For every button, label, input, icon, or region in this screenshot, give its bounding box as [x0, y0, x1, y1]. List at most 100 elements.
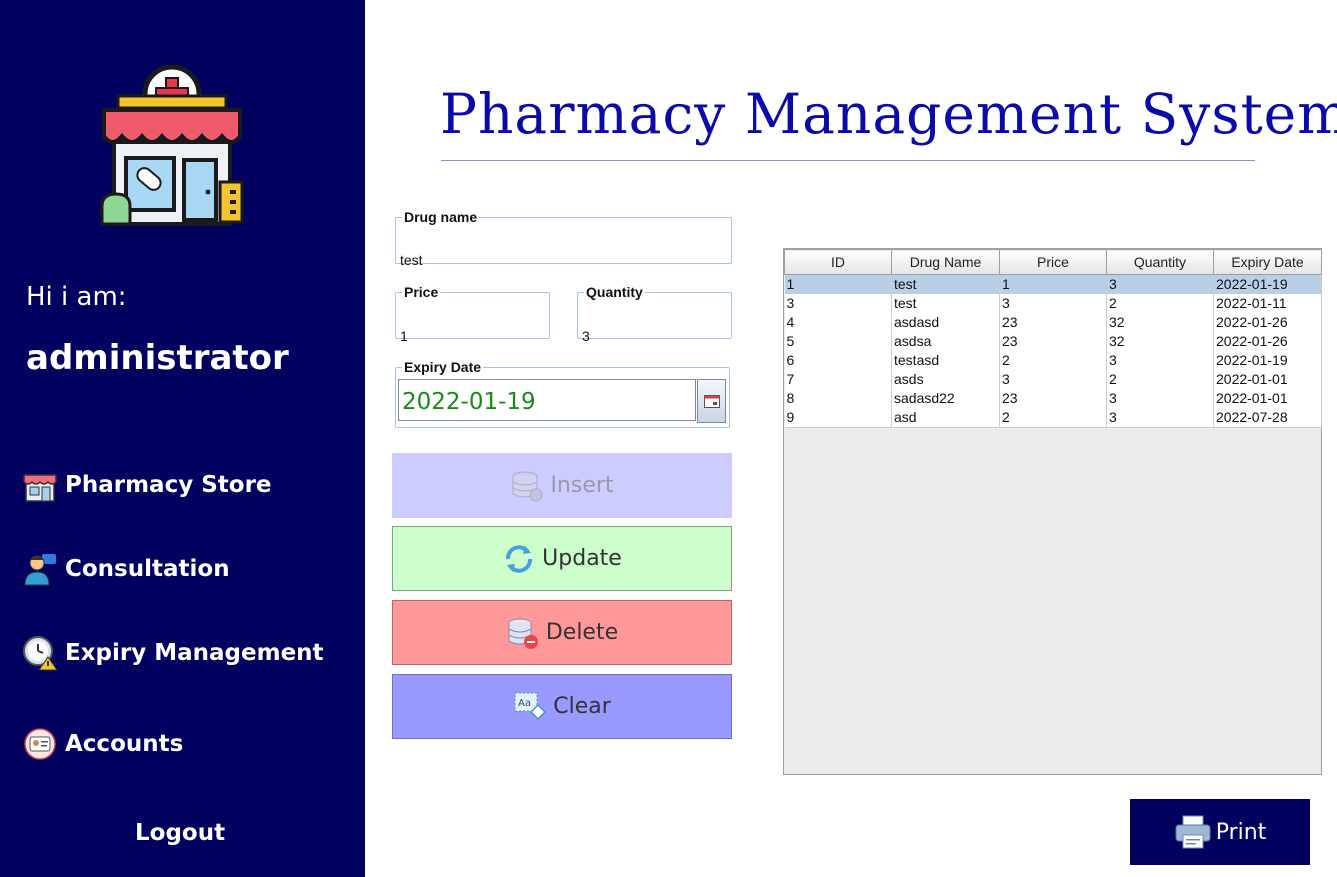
table-cell: 4 [784, 313, 892, 332]
title-divider [441, 160, 1255, 161]
pharmacy-logo-icon [100, 64, 244, 226]
table-cell: 3 [784, 294, 892, 313]
table-header: ID Drug Name Price Quantity Expiry Date [784, 249, 1322, 275]
nav-item-consultation[interactable]: Consultation [22, 549, 230, 589]
price-field[interactable]: 1 [399, 328, 408, 344]
clear-format-icon: Aa [514, 692, 547, 720]
table-cell: 2 [1106, 370, 1214, 389]
table-row[interactable]: 6 testasd 2 3 2022-01-19 [784, 351, 1322, 370]
column-header[interactable]: Expiry Date [1213, 249, 1322, 275]
print-button[interactable]: Print [1130, 799, 1310, 865]
drug-name-label: Drug name [404, 209, 478, 225]
refresh-icon [506, 544, 533, 573]
nav-item-expiry-management[interactable]: Expiry Management [22, 633, 324, 673]
nav-item-pharmacy-store[interactable]: Pharmacy Store [22, 465, 272, 505]
table-row[interactable]: 1 test 1 3 2022-01-19 [784, 274, 1322, 294]
sidebar: Hi i am: administrator Pharmacy Store Co… [0, 0, 365, 877]
nav-label: Expiry Management [65, 640, 324, 666]
consultant-icon [24, 554, 56, 586]
column-header[interactable]: Quantity [1106, 249, 1214, 275]
table-cell: 6 [784, 351, 892, 370]
drug-name-group: Drug name test [395, 209, 732, 268]
insert-button[interactable]: Insert [392, 453, 732, 518]
table-cell: 5 [784, 332, 892, 351]
table-row[interactable]: 8 sadasd22 23 3 2022-01-01 [784, 389, 1322, 408]
table-cell: 2 [999, 351, 1107, 370]
nav-item-accounts[interactable]: Accounts [22, 724, 183, 764]
expiry-date-field[interactable]: 2022-01-19 [398, 379, 696, 421]
logout-button[interactable]: Logout [135, 820, 225, 846]
table-cell: 3 [1106, 274, 1214, 294]
insert-label: Insert [550, 473, 614, 498]
svg-text:Aa: Aa [518, 698, 531, 709]
table-cell: asdasd [891, 313, 1000, 332]
account-card-icon [24, 728, 56, 760]
printer-icon [1175, 815, 1211, 849]
table-cell: 32 [1106, 332, 1214, 351]
username-label: administrator [26, 338, 289, 378]
table-cell: 2022-01-11 [1213, 294, 1322, 313]
database-remove-icon [508, 618, 538, 649]
drug-table[interactable]: ID Drug Name Price Quantity Expiry Date … [783, 248, 1322, 775]
table-cell: 3 [1106, 408, 1214, 428]
table-cell: 2022-01-26 [1213, 332, 1322, 351]
nav-label: Accounts [65, 731, 184, 757]
quantity-field[interactable]: 3 [581, 328, 590, 344]
greeting-label: Hi i am: [26, 282, 127, 312]
table-row[interactable]: 7 asds 3 2 2022-01-01 [784, 370, 1322, 389]
table-cell: 2 [999, 408, 1107, 428]
table-cell: 2022-01-19 [1213, 274, 1322, 294]
table-row[interactable]: 5 asdsa 23 32 2022-01-26 [784, 332, 1322, 351]
drug-name-field[interactable]: test [399, 252, 423, 268]
table-cell: 1 [784, 274, 892, 294]
column-header[interactable]: Price [999, 249, 1107, 275]
store-icon [23, 474, 57, 502]
column-header[interactable]: ID [784, 249, 892, 275]
table-cell: 2022-01-19 [1213, 351, 1322, 370]
clear-button[interactable]: Aa Clear [392, 674, 732, 739]
update-label: Update [542, 546, 622, 571]
table-cell: 1 [999, 274, 1107, 294]
table-cell: 2022-01-26 [1213, 313, 1322, 332]
table-cell: 2022-01-01 [1213, 370, 1322, 389]
calendar-icon [703, 395, 720, 408]
clear-label: Clear [553, 694, 611, 719]
table-cell: asds [891, 370, 1000, 389]
price-group: Price 1 [395, 284, 550, 344]
table-cell: test [891, 294, 1000, 313]
table-row[interactable]: 9 asd 2 3 2022-07-28 [784, 408, 1322, 428]
print-label: Print [1215, 819, 1267, 845]
column-header[interactable]: Drug Name [891, 249, 1000, 275]
table-cell: 23 [999, 389, 1107, 408]
table-cell: 3 [999, 370, 1107, 389]
table-cell: testasd [891, 351, 1000, 370]
table-cell: 3 [999, 294, 1107, 313]
update-button[interactable]: Update [392, 526, 732, 591]
table-cell: 2022-07-28 [1213, 408, 1322, 428]
table-cell: 2 [1106, 294, 1214, 313]
quantity-label: Quantity [586, 284, 643, 300]
quantity-group: Quantity 3 [577, 284, 732, 344]
table-cell: 23 [999, 313, 1107, 332]
table-cell: 3 [1106, 351, 1214, 370]
table-cell: 2022-01-01 [1213, 389, 1322, 408]
delete-label: Delete [545, 620, 619, 645]
table-cell: 3 [1106, 389, 1214, 408]
clock-warning-icon [23, 636, 58, 671]
table-row[interactable]: 3 test 3 2 2022-01-11 [784, 294, 1322, 313]
table-row[interactable]: 4 asdasd 23 32 2022-01-26 [784, 313, 1322, 332]
table-cell: 7 [784, 370, 892, 389]
table-cell: sadasd22 [891, 389, 1000, 408]
table-cell: 9 [784, 408, 892, 428]
nav-label: Pharmacy Store [65, 472, 272, 498]
table-cell: 8 [784, 389, 892, 408]
delete-button[interactable]: Delete [392, 600, 732, 665]
table-cell: test [891, 274, 1000, 294]
price-label: Price [404, 284, 439, 300]
date-picker-button[interactable] [697, 379, 726, 423]
nav-label: Consultation [65, 556, 230, 582]
database-add-icon [512, 471, 543, 501]
table-cell: 23 [999, 332, 1107, 351]
table-cell: asd [891, 408, 1000, 428]
table-cell: asdsa [891, 332, 1000, 351]
